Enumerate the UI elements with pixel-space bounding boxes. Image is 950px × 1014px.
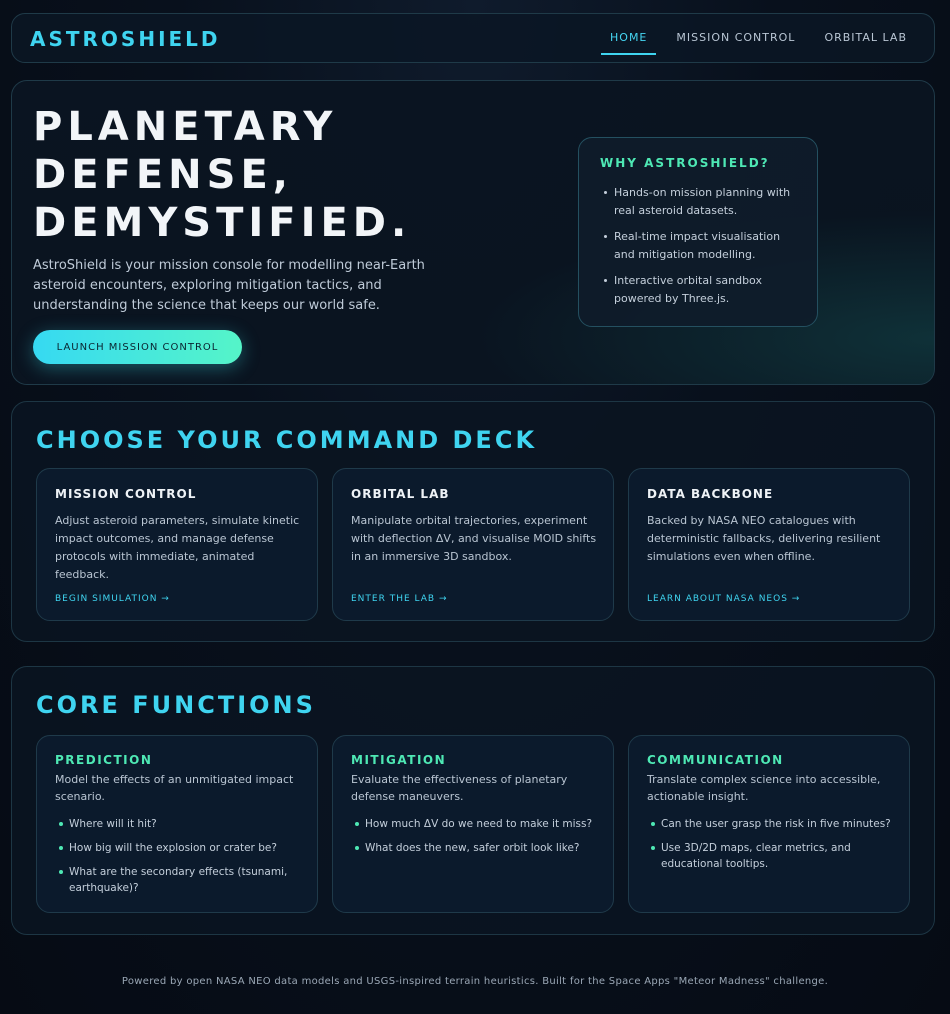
enter-the-lab-link[interactable]: ENTER THE LAB → [351, 594, 447, 604]
list-item: What does the new, safer orbit look like… [355, 840, 599, 856]
brand-logo[interactable]: ASTROSHIELD [30, 27, 221, 51]
card-title: COMMUNICATION [647, 753, 784, 767]
core-functions-section: CORE FUNCTIONS PREDICTION Model the effe… [11, 666, 935, 935]
launch-mission-control-button[interactable]: LAUNCH MISSION CONTROL [33, 330, 242, 364]
mitigation-card: MITIGATION Evaluate the effectiveness of… [332, 735, 614, 913]
nav-orbital-lab-link[interactable]: ORBITAL LAB [815, 14, 916, 64]
list-item: What are the secondary effects (tsunami,… [59, 864, 303, 896]
card-title: ORBITAL LAB [351, 487, 450, 501]
nav-mission-control-link[interactable]: MISSION CONTROL [667, 14, 804, 64]
hero-title-line: DEMYSTIFIED. [33, 200, 412, 246]
hero-title-line: PLANETARY [33, 104, 338, 150]
card-title: MITIGATION [351, 753, 447, 767]
list-item: Use 3D/2D maps, clear metrics, and educa… [651, 840, 895, 872]
core-functions-title: CORE FUNCTIONS [36, 691, 316, 719]
list-item: Where will it hit? [59, 816, 303, 832]
card-body: Backed by NASA NEO catalogues with deter… [647, 514, 881, 563]
card-title: PREDICTION [55, 753, 153, 767]
hero-title: PLANETARY DEFENSE, DEMYSTIFIED. [33, 103, 513, 247]
card-title: MISSION CONTROL [55, 487, 197, 501]
card-list: Can the user grasp the risk in five minu… [651, 816, 895, 880]
list-item: Can the user grasp the risk in five minu… [651, 816, 895, 832]
data-backbone-card: DATA BACKBONE Backed by NASA NEO catalog… [628, 468, 910, 621]
card-title: DATA BACKBONE [647, 487, 774, 501]
list-item: How much ΔV do we need to make it miss? [355, 816, 599, 832]
why-list: Hands-on mission planning with real aste… [604, 184, 804, 316]
begin-simulation-link[interactable]: BEGIN SIMULATION → [55, 594, 170, 604]
card-body: Adjust asteroid parameters, simulate kin… [55, 514, 300, 581]
card-body: Translate complex science into accessibl… [647, 773, 881, 803]
hero-section: PLANETARY DEFENSE, DEMYSTIFIED. AstroShi… [11, 80, 935, 385]
command-deck-title: CHOOSE YOUR COMMAND DECK [36, 426, 538, 454]
card-body: Manipulate orbital trajectories, experim… [351, 514, 597, 563]
footer-credits: Powered by open NASA NEO data models and… [121, 976, 829, 987]
mission-control-card: MISSION CONTROL Adjust asteroid paramete… [36, 468, 318, 621]
card-list: How much ΔV do we need to make it miss? … [355, 816, 599, 864]
why-list-item: Hands-on mission planning with real aste… [604, 184, 804, 220]
card-list: Where will it hit? How big will the expl… [59, 816, 303, 904]
hero-description: AstroShield is your mission console for … [33, 258, 425, 313]
learn-about-nasa-neos-link[interactable]: LEARN ABOUT NASA NEOS → [647, 594, 800, 604]
list-item: How big will the explosion or crater be? [59, 840, 303, 856]
prediction-card: PREDICTION Model the effects of an unmit… [36, 735, 318, 913]
why-list-item: Real-time impact visualisation and mitig… [604, 228, 804, 264]
card-body: Evaluate the effectiveness of planetary … [351, 773, 568, 803]
command-deck-section: CHOOSE YOUR COMMAND DECK MISSION CONTROL… [11, 401, 935, 642]
top-navigation-bar: ASTROSHIELD HOME MISSION CONTROL ORBITAL… [11, 13, 935, 63]
why-astroshield-panel: WHY ASTROSHIELD? Hands-on mission planni… [578, 137, 818, 327]
why-panel-title: WHY ASTROSHIELD? [600, 156, 770, 170]
nav-home-link[interactable]: HOME [601, 14, 657, 64]
card-body: Model the effects of an unmitigated impa… [55, 773, 294, 803]
why-list-item: Interactive orbital sandbox powered by T… [604, 272, 804, 308]
main-nav: HOME MISSION CONTROL ORBITAL LAB [590, 14, 916, 64]
hero-title-line: DEFENSE, [33, 152, 293, 198]
orbital-lab-card: ORBITAL LAB Manipulate orbital trajector… [332, 468, 614, 621]
communication-card: COMMUNICATION Translate complex science … [628, 735, 910, 913]
